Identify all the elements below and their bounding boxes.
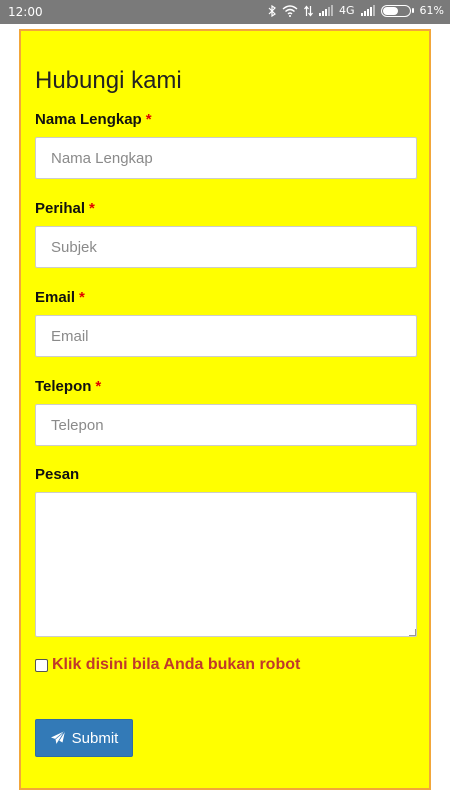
- paper-plane-icon: [50, 730, 66, 746]
- required-marker: *: [79, 289, 85, 306]
- phone-label: Telepon *: [35, 378, 101, 395]
- email-label-text: Email: [35, 289, 76, 306]
- contact-form: Hubungi kami Nama Lengkap* Perihal* Emai…: [19, 29, 431, 790]
- battery-percent: 61%: [419, 4, 444, 17]
- subject-label-text: Perihal: [35, 200, 86, 217]
- signal-icon: [319, 5, 334, 16]
- email-input[interactable]: [35, 315, 417, 357]
- captcha-label[interactable]: Klik disini bila Anda bukan robot: [52, 656, 300, 674]
- subject-input[interactable]: [35, 226, 417, 268]
- phone-input[interactable]: [35, 404, 417, 446]
- full-name-label: Nama Lengkap *: [35, 111, 152, 128]
- submit-button[interactable]: Submit: [35, 719, 133, 757]
- data-arrows-icon: [304, 5, 313, 17]
- page-title: Hubungi kami: [35, 67, 182, 94]
- email-label: Email *: [35, 289, 85, 306]
- full-name-input[interactable]: [35, 137, 417, 179]
- captcha-checkbox[interactable]: [35, 658, 48, 672]
- network-type: 4G: [339, 4, 355, 17]
- bluetooth-icon: [268, 4, 276, 17]
- wifi-icon: [282, 4, 298, 17]
- required-marker: *: [145, 111, 152, 128]
- status-bar: 12:00 4G 61%: [0, 0, 450, 24]
- submit-label: Submit: [71, 729, 119, 747]
- required-marker: *: [89, 200, 95, 217]
- required-marker: *: [95, 378, 102, 395]
- status-time: 12:00: [8, 5, 43, 19]
- battery-icon: [380, 4, 414, 17]
- full-name-label-text: Nama Lengkap: [35, 111, 142, 128]
- captcha-row[interactable]: Klik disini bila Anda bukan robot: [35, 656, 300, 674]
- phone-label-text: Telepon: [35, 378, 92, 395]
- subject-label: Perihal *: [35, 200, 95, 217]
- message-label: Pesan: [35, 466, 80, 483]
- signal-icon: [360, 5, 375, 16]
- resize-grip-icon[interactable]: [409, 629, 416, 636]
- status-icons: 4G 61%: [268, 4, 444, 17]
- message-textarea[interactable]: [35, 492, 417, 637]
